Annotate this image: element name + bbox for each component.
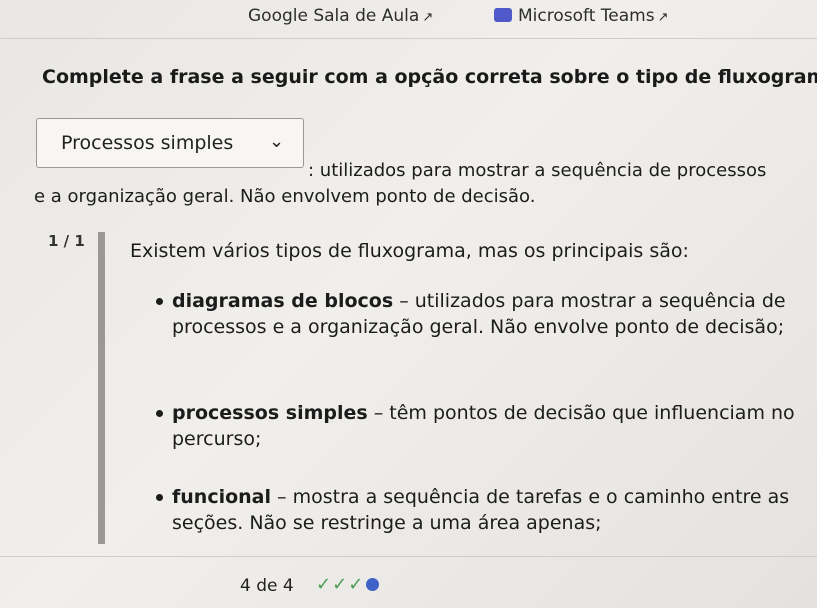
- list-item-term: processos simples: [172, 402, 368, 424]
- checkmark-icon: ✓: [332, 574, 348, 595]
- list-item: processos simples – têm pontos de decisã…: [156, 400, 816, 452]
- classroom-link[interactable]: Google Sala de Aula ↗: [248, 6, 433, 26]
- divider: [0, 38, 817, 39]
- checkmark-icon: ✓: [316, 574, 332, 595]
- progress-label: 4 de 4: [240, 576, 294, 596]
- statement-line-2: e a organização geral. Não envolvem pont…: [34, 186, 536, 207]
- progress-indicator: ✓✓✓: [316, 574, 380, 595]
- statement-line-1: : utilizados para mostrar a sequência de…: [308, 160, 767, 181]
- list-item: funcional – mostra a sequência de tarefa…: [156, 484, 816, 536]
- bullet-icon: [156, 494, 163, 501]
- teams-link[interactable]: Microsoft Teams ↗: [494, 6, 668, 26]
- list-item-term: funcional: [172, 486, 272, 508]
- question-title: Complete a frase a seguir com a opção co…: [42, 66, 817, 88]
- classroom-link-label: Google Sala de Aula: [248, 6, 420, 26]
- external-link-icon: ↗: [657, 10, 669, 25]
- dropdown-selected-value: Processos simples: [61, 132, 234, 154]
- divider: [0, 556, 817, 557]
- current-step-dot-icon: [366, 578, 380, 591]
- list-item: diagramas de blocos – utilizados para mo…: [156, 288, 816, 340]
- score-counter: 1 / 1: [48, 232, 85, 250]
- top-links-bar: Google Sala de Aula ↗ Microsoft Teams ↗: [0, 0, 817, 38]
- checkmark-icon: ✓: [348, 574, 364, 595]
- chevron-down-icon: ⌄: [269, 131, 285, 152]
- bullet-icon: [156, 410, 163, 417]
- answer-dropdown[interactable]: Processos simples ⌄: [36, 118, 304, 168]
- bullet-icon: [156, 298, 163, 305]
- feedback-intro: Existem vários tipos de fluxograma, mas …: [130, 240, 689, 262]
- external-link-icon: ↗: [422, 10, 434, 25]
- list-item-term: diagramas de blocos: [172, 290, 394, 312]
- teams-logo-icon: [494, 8, 512, 22]
- feedback-accent-bar: [98, 232, 105, 544]
- teams-link-label: Microsoft Teams: [518, 6, 655, 26]
